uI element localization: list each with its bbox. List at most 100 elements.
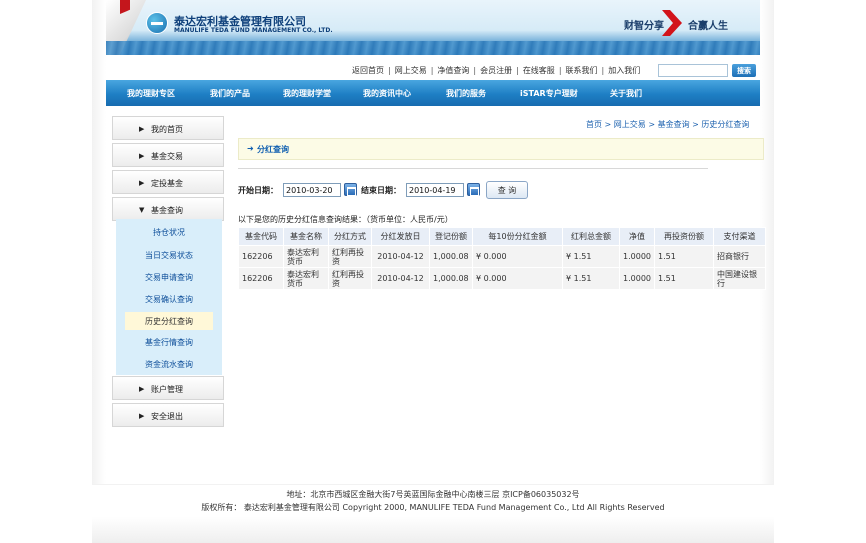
sidebar-item-label: 基金交易	[151, 152, 183, 161]
nav-our-products[interactable]: 我们的产品	[210, 88, 250, 99]
table-cell: ¥ 0.000	[472, 245, 563, 268]
column-header: 登记份额	[429, 227, 473, 246]
table-cell: 红利再投资	[328, 267, 372, 290]
search-button[interactable]: 搜索	[732, 64, 756, 77]
table-cell: 162206	[238, 267, 284, 290]
slogan-right: 合赢人生	[688, 21, 728, 32]
link-separator: |	[388, 66, 391, 75]
link-separator: |	[430, 66, 434, 75]
link-online-service[interactable]: 在线客服	[523, 66, 555, 75]
sidebar-item-account-management[interactable]: ▶ 账户管理	[112, 376, 224, 400]
nav-info-center[interactable]: 我的资讯中心	[363, 88, 411, 99]
query-button[interactable]: 查 询	[486, 181, 528, 199]
link-register[interactable]: 会员注册	[480, 66, 512, 75]
nav-finance-school[interactable]: 我的理财学堂	[283, 88, 331, 99]
link-contact[interactable]: 联系我们	[566, 66, 598, 75]
sidebar-item-fixed-investment[interactable]: ▶ 定投基金	[112, 170, 224, 194]
link-online-trading[interactable]: 网上交易	[395, 66, 427, 75]
column-header: 分红方式	[328, 227, 372, 246]
page: 泰达宏利基金管理有限公司 MANULIFE TEDA FUND MANAGEME…	[0, 0, 866, 543]
table-cell: 红利再投资	[328, 245, 372, 268]
slogan-left: 财智分享	[624, 21, 664, 32]
link-separator: |	[558, 66, 562, 75]
end-calendar-icon[interactable]	[467, 183, 480, 196]
submenu-cash-flow-query[interactable]: 资金流水查询	[116, 359, 222, 370]
column-header: 支付渠道	[713, 227, 766, 246]
link-separator: |	[473, 66, 477, 75]
sea-waves-image	[106, 41, 760, 55]
triangle-right-icon: ▶	[139, 385, 145, 393]
nav-about-us[interactable]: 关于我们	[610, 88, 642, 99]
dividend-table: 基金代码 基金名称 分红方式 分红发放日 登记份额 每10份分红金额 红利总金额…	[238, 227, 766, 290]
company-name-en: MANULIFE TEDA FUND MANAGEMENT CO., LTD.	[174, 27, 333, 34]
start-date-input[interactable]	[283, 183, 341, 197]
breadcrumb: 首页 > 网上交易 > 基金查询 > 历史分红查询	[586, 119, 749, 130]
divider	[238, 168, 708, 169]
table-row: 162206 泰达宏利货币 红利再投资 2010-04-12 1,000.08 …	[238, 267, 766, 290]
table-cell: ¥ 1.51	[562, 245, 620, 268]
start-calendar-icon[interactable]	[344, 183, 357, 196]
triangle-right-icon: ▶	[139, 179, 145, 187]
end-date-label: 结束日期：	[361, 186, 401, 195]
arrow-bullet-icon: ➜	[247, 144, 254, 153]
column-header: 基金代码	[238, 227, 284, 246]
section-title-bar: ➜ 分红查询	[238, 138, 764, 160]
end-date-input[interactable]	[406, 183, 464, 197]
table-cell: 1.51	[654, 267, 714, 290]
column-header: 红利总金额	[562, 227, 620, 246]
link-join-us[interactable]: 加入我们	[608, 66, 640, 75]
footer: 地址：北京市西城区金融大街7号英蓝国际金融中心南楼三层 京ICP备0603503…	[92, 484, 774, 543]
link-separator: |	[516, 66, 519, 75]
breadcrumb-separator: >	[604, 120, 614, 129]
nav-my-finance-zone[interactable]: 我的理财专区	[127, 88, 175, 99]
table-cell: ¥ 1.51	[562, 267, 620, 290]
sidebar-submenu: 持仓状况 当日交易状态 交易申请查询 交易确认查询 历史分红查询 基金行情查询 …	[116, 219, 222, 375]
nav-our-services[interactable]: 我们的服务	[446, 88, 486, 99]
column-header: 每10份分红金额	[472, 227, 563, 246]
sidebar-item-fund-query[interactable]: ▼ 基金查询	[112, 197, 224, 221]
footer-copyright: 版权所有： 泰达宏利基金管理有限公司 Copyright 2000, MANUL…	[201, 503, 665, 512]
top-links: 返回首页 | 网上交易 | 净值查询 | 会员注册 | 在线客服 | 联系我们 | 加入我们	[352, 65, 640, 76]
table-cell: 泰达宏利货币	[283, 245, 329, 268]
triangle-right-icon: ▶	[139, 412, 145, 420]
result-caption: 以下是您的历史分红信息查询结果：（货币单位：人民币/元）	[238, 215, 453, 224]
submenu-application-query[interactable]: 交易申请查询	[116, 272, 222, 283]
submenu-market-query[interactable]: 基金行情查询	[116, 337, 222, 348]
submenu-confirmation-query[interactable]: 交易确认查询	[116, 294, 222, 305]
table-cell: 1.51	[654, 245, 714, 268]
left-page-shadow	[92, 0, 106, 543]
breadcrumb-current[interactable]: 历史分红查询	[701, 120, 749, 129]
table-cell: 2010-04-12	[371, 267, 430, 290]
company-logo-icon[interactable]	[146, 12, 168, 34]
column-header: 分红发放日	[371, 227, 430, 246]
nav-istar[interactable]: iSTAR专户理财	[520, 88, 578, 99]
breadcrumb-fund-query[interactable]: 基金查询	[658, 120, 690, 129]
link-home[interactable]: 返回首页	[352, 66, 384, 75]
table-cell: 中国建设银行	[713, 267, 766, 290]
search-input[interactable]	[658, 64, 728, 77]
triangle-down-icon: ▼	[139, 206, 145, 214]
sidebar-item-label: 安全退出	[151, 412, 183, 421]
submenu-daily-status[interactable]: 当日交易状态	[116, 250, 222, 261]
submenu-dividend-history[interactable]: 历史分红查询	[125, 312, 213, 330]
column-header: 再投资份额	[654, 227, 714, 246]
sidebar-item-home[interactable]: ▶ 我的首页	[112, 116, 224, 140]
sidebar-item-label: 我的首页	[151, 125, 183, 134]
sidebar-item-label: 账户管理	[151, 385, 183, 394]
sidebar-item-fund-trading[interactable]: ▶ 基金交易	[112, 143, 224, 167]
table-cell: 2010-04-12	[371, 245, 430, 268]
submenu-holdings[interactable]: 持仓状况	[116, 227, 222, 238]
breadcrumb-home[interactable]: 首页	[586, 120, 602, 129]
table-cell: 1,000.08	[429, 245, 473, 268]
sidebar-item-logout[interactable]: ▶ 安全退出	[112, 403, 224, 427]
table-cell: 泰达宏利货币	[283, 267, 329, 290]
table-cell: 162206	[238, 245, 284, 268]
sidebar-item-label: 基金查询	[151, 206, 183, 215]
page-title: 分红查询	[257, 145, 289, 154]
main-nav: 我的理财专区 我们的产品 我的理财学堂 我的资讯中心 我们的服务 iSTAR专户…	[106, 80, 760, 106]
start-date-label: 开始日期：	[238, 186, 278, 195]
breadcrumb-online-trading[interactable]: 网上交易	[614, 120, 646, 129]
sidebar-item-label: 定投基金	[151, 179, 183, 188]
link-nav-query[interactable]: 净值查询	[437, 66, 469, 75]
footer-address: 地址：北京市西城区金融大街7号英蓝国际金融中心南楼三层 京ICP备0603503…	[286, 490, 580, 499]
